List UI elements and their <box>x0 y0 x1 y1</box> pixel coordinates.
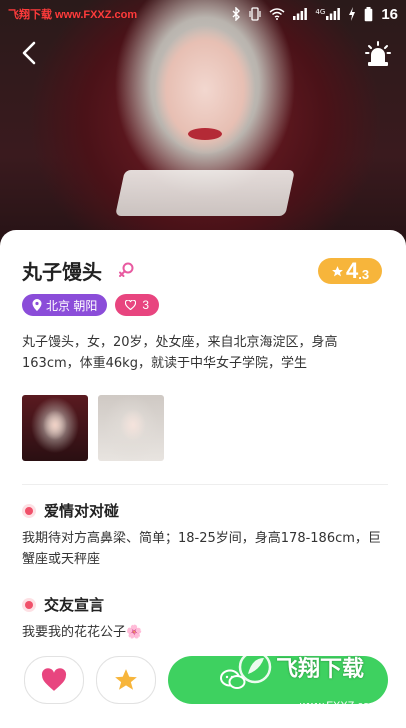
report-button[interactable] <box>362 38 394 70</box>
flower-emoji: 🌸 <box>126 625 143 640</box>
hero-photo <box>0 0 406 260</box>
gallery-photo[interactable] <box>98 395 164 461</box>
declaration-text: 我要我的花花公子🌸 <box>22 622 388 643</box>
rating-minor: .3 <box>358 266 370 282</box>
divider <box>22 484 388 485</box>
heart-icon <box>41 668 67 691</box>
section-title-declaration: 交友宣言 <box>22 594 104 615</box>
section-title-text: 爱情对对碰 <box>44 502 120 520</box>
siren-icon <box>365 41 391 66</box>
watermark-logo: 飞翔下载 <box>238 650 364 684</box>
like-button[interactable] <box>24 656 84 704</box>
watermark-leaf-icon <box>238 650 272 684</box>
photo-gallery <box>22 395 164 461</box>
star-icon <box>115 669 137 690</box>
back-button[interactable] <box>14 38 44 68</box>
hero-photo-lips <box>188 128 222 140</box>
network-label: 4G <box>315 8 326 16</box>
declaration-text-body: 我要我的花花公子 <box>22 625 127 640</box>
profile-name: 丸子馒头 <box>22 262 102 284</box>
section-title-text: 交友宣言 <box>44 596 105 614</box>
profile-screen: 飞翔下载 www.FXXZ.com 4G 16 丸子馒头 4 .3 北京 朝阳 … <box>0 0 406 728</box>
wifi-icon <box>269 8 285 20</box>
location-text: 北京 朝阳 <box>46 298 98 313</box>
watermark-top: 飞翔下载 www.FXXZ.com <box>8 9 138 21</box>
vibrate-icon <box>249 7 262 21</box>
hero-photo-scarf <box>115 170 295 216</box>
watermark-logo-text: 飞翔下载 <box>276 656 365 681</box>
heart-icon <box>125 300 137 310</box>
watermark-url: www.FXXZ.com <box>300 700 379 712</box>
love-match-text: 我期待对方高鼻梁、简单；18-25岁间，身高178-186cm，巨蟹座或天秤座 <box>22 531 381 567</box>
signal-icon <box>293 8 308 20</box>
status-time: 16 <box>381 5 398 23</box>
rating-badge: 4 .3 <box>318 258 382 284</box>
star-icon <box>331 265 344 278</box>
signal-4g-icon: 4G <box>315 8 341 20</box>
bluetooth-icon <box>231 7 241 21</box>
status-icons: 4G 16 <box>231 6 398 23</box>
gallery-photo[interactable] <box>22 395 88 461</box>
badges: 北京 朝阳 3 <box>22 294 160 316</box>
rating-major: 4 <box>345 258 359 283</box>
bullet-dot-icon <box>22 503 36 518</box>
section-title-love-match: 爱情对对碰 <box>22 500 119 521</box>
profile-card: 丸子馒头 4 .3 北京 朝阳 3 丸子馒头，女，20岁，处女座，来自北京海淀区… <box>0 230 406 728</box>
battery-icon <box>364 6 373 22</box>
chevron-left-icon <box>22 41 36 65</box>
location-badge: 北京 朝阳 <box>22 294 108 316</box>
likes-count: 3 <box>142 298 150 312</box>
profile-bio: 丸子馒头，女，20岁，处女座，来自北京海淀区，身高163cm，体重46kg，就读… <box>22 335 338 371</box>
favorite-button[interactable] <box>96 656 156 704</box>
bullet-dot-icon <box>22 597 36 612</box>
likes-badge: 3 <box>115 294 160 316</box>
charging-icon <box>348 7 356 21</box>
name-row: 丸子馒头 <box>22 256 134 285</box>
female-symbol-icon <box>118 262 134 280</box>
location-pin-icon <box>32 299 42 311</box>
status-bar: 飞翔下载 www.FXXZ.com 4G 16 <box>0 0 406 28</box>
